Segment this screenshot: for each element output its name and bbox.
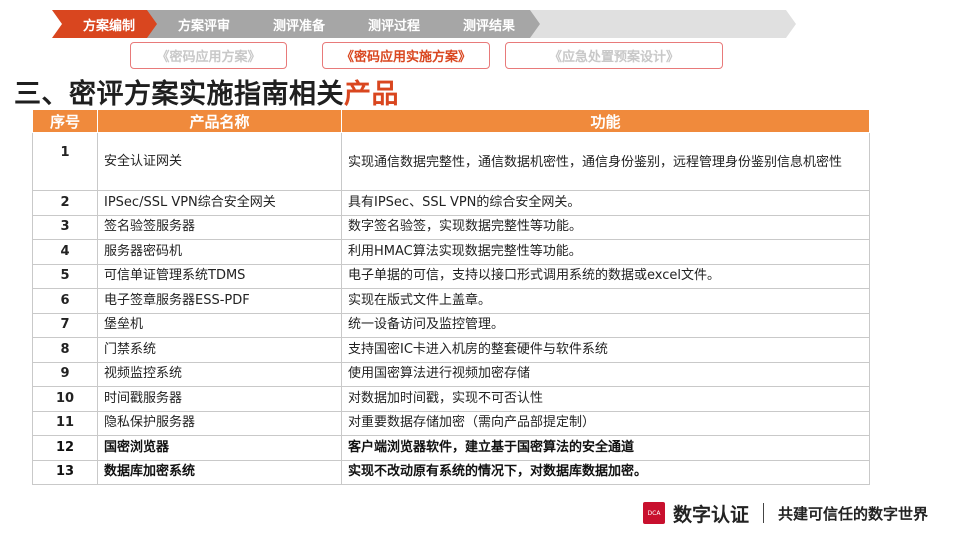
row-product-name: 数据库加密系统 xyxy=(97,459,342,485)
row-index: 9 xyxy=(32,361,98,387)
table-header-row: 序号 产品名称 功能 xyxy=(32,109,870,133)
header-function: 功能 xyxy=(341,109,870,133)
page-title: 三、密评方案实施指南相关产品 xyxy=(14,72,399,111)
row-function: 使用国密算法进行视频加密存储 xyxy=(341,361,870,387)
products-table: 序号 产品名称 功能 1 安全认证网关 实现通信数据完整性，通信数据机密性，通信… xyxy=(32,109,870,485)
brand-footer: DCA 数字认证 共建可信任的数字世界 xyxy=(643,498,928,528)
step-navigation: 方案编制 方案评审 测评准备 测评过程 测评结果 xyxy=(52,10,792,38)
row-index: 4 xyxy=(32,239,98,265)
row-function: 具有IPSec、SSL VPN的综合安全网关。 xyxy=(341,190,870,216)
row-function: 支持国密IC卡进入机房的整套硬件与软件系统 xyxy=(341,337,870,363)
row-product-name: IPSec/SSL VPN综合安全网关 xyxy=(97,190,342,216)
subtab-crypto-application-plan[interactable]: 《密码应用方案》 xyxy=(130,42,287,69)
page-title-accent: 产品 xyxy=(344,79,399,110)
table-row: 2 IPSec/SSL VPN综合安全网关 具有IPSec、SSL VPN的综合… xyxy=(32,190,870,216)
table-row: 10 时间戳服务器 对数据加时间戳，实现不可否认性 xyxy=(32,386,870,412)
row-function: 利用HMAC算法实现数据完整性等功能。 xyxy=(341,239,870,265)
subtab-emergency-plan-design[interactable]: 《应急处置预案设计》 xyxy=(505,42,723,69)
row-index: 11 xyxy=(32,410,98,436)
table-row: 8 门禁系统 支持国密IC卡进入机房的整套硬件与软件系统 xyxy=(32,337,870,363)
row-function: 电子单据的可信，支持以接口形式调用系统的数据或excel文件。 xyxy=(341,263,870,289)
table-row: 7 堡垒机 统一设备访问及监控管理。 xyxy=(32,312,870,338)
row-function: 对重要数据存储加密（需向产品部提定制） xyxy=(341,410,870,436)
row-product-name: 服务器密码机 xyxy=(97,239,342,265)
header-index: 序号 xyxy=(32,109,98,133)
row-product-name: 可信单证管理系统TDMS xyxy=(97,263,342,289)
row-product-name: 门禁系统 xyxy=(97,337,342,363)
row-index: 12 xyxy=(32,435,98,461)
row-product-name: 国密浏览器 xyxy=(97,435,342,461)
row-product-name: 电子签章服务器ESS-PDF xyxy=(97,288,342,314)
row-function: 实现不改动原有系统的情况下，对数据库数据加密。 xyxy=(341,459,870,485)
step-scheme-review[interactable]: 方案评审 xyxy=(147,10,255,38)
row-product-name: 隐私保护服务器 xyxy=(97,410,342,436)
table-row: 12 国密浏览器 客户端浏览器软件，建立基于国密算法的安全通道 xyxy=(32,435,870,461)
row-function: 客户端浏览器软件，建立基于国密算法的安全通道 xyxy=(341,435,870,461)
row-index: 5 xyxy=(32,263,98,289)
subtab-crypto-implementation-plan[interactable]: 《密码应用实施方案》 xyxy=(322,42,490,69)
row-product-name: 堡垒机 xyxy=(97,312,342,338)
table-row: 3 签名验签服务器 数字签名验签，实现数据完整性等功能。 xyxy=(32,214,870,240)
row-function: 统一设备访问及监控管理。 xyxy=(341,312,870,338)
table-row: 4 服务器密码机 利用HMAC算法实现数据完整性等功能。 xyxy=(32,239,870,265)
step-eval-prepare[interactable]: 测评准备 xyxy=(242,10,350,38)
row-product-name: 时间戳服务器 xyxy=(97,386,342,412)
header-product-name: 产品名称 xyxy=(97,109,342,133)
table-row: 13 数据库加密系统 实现不改动原有系统的情况下，对数据库数据加密。 xyxy=(32,459,870,485)
row-index: 13 xyxy=(32,459,98,485)
row-index: 2 xyxy=(32,190,98,216)
step-scheme-compile[interactable]: 方案编制 xyxy=(52,10,160,38)
row-product-name: 视频监控系统 xyxy=(97,361,342,387)
brand-divider xyxy=(763,503,765,523)
row-index: 6 xyxy=(32,288,98,314)
brand-slogan: 共建可信任的数字世界 xyxy=(778,504,929,523)
row-product-name: 安全认证网关 xyxy=(97,132,342,191)
row-function: 对数据加时间戳，实现不可否认性 xyxy=(341,386,870,412)
row-index: 8 xyxy=(32,337,98,363)
row-index: 10 xyxy=(32,386,98,412)
row-product-name: 签名验签服务器 xyxy=(97,214,342,240)
table-row: 11 隐私保护服务器 对重要数据存储加密（需向产品部提定制） xyxy=(32,410,870,436)
table-row: 5 可信单证管理系统TDMS 电子单据的可信，支持以接口形式调用系统的数据或ex… xyxy=(32,263,870,289)
brand-logo-text: DCA xyxy=(647,509,661,517)
brand-name: 数字认证 xyxy=(673,503,750,526)
brand-logo-icon: DCA xyxy=(643,502,665,524)
row-index: 3 xyxy=(32,214,98,240)
step-eval-process[interactable]: 测评过程 xyxy=(337,10,445,38)
row-function: 数字签名验签，实现数据完整性等功能。 xyxy=(341,214,870,240)
row-function: 实现在版式文件上盖章。 xyxy=(341,288,870,314)
table-row: 1 安全认证网关 实现通信数据完整性，通信数据机密性，通信身份鉴别，远程管理身份… xyxy=(32,132,870,191)
row-index: 1 xyxy=(32,132,98,191)
step-nav-track xyxy=(520,10,796,38)
row-index: 7 xyxy=(32,312,98,338)
page-title-main: 三、密评方案实施指南相关 xyxy=(14,79,344,110)
step-eval-result[interactable]: 测评结果 xyxy=(432,10,540,38)
row-function: 实现通信数据完整性，通信数据机密性，通信身份鉴别，远程管理身份鉴别信息机密性 xyxy=(341,132,870,191)
table-row: 9 视频监控系统 使用国密算法进行视频加密存储 xyxy=(32,361,870,387)
table-row: 6 电子签章服务器ESS-PDF 实现在版式文件上盖章。 xyxy=(32,288,870,314)
